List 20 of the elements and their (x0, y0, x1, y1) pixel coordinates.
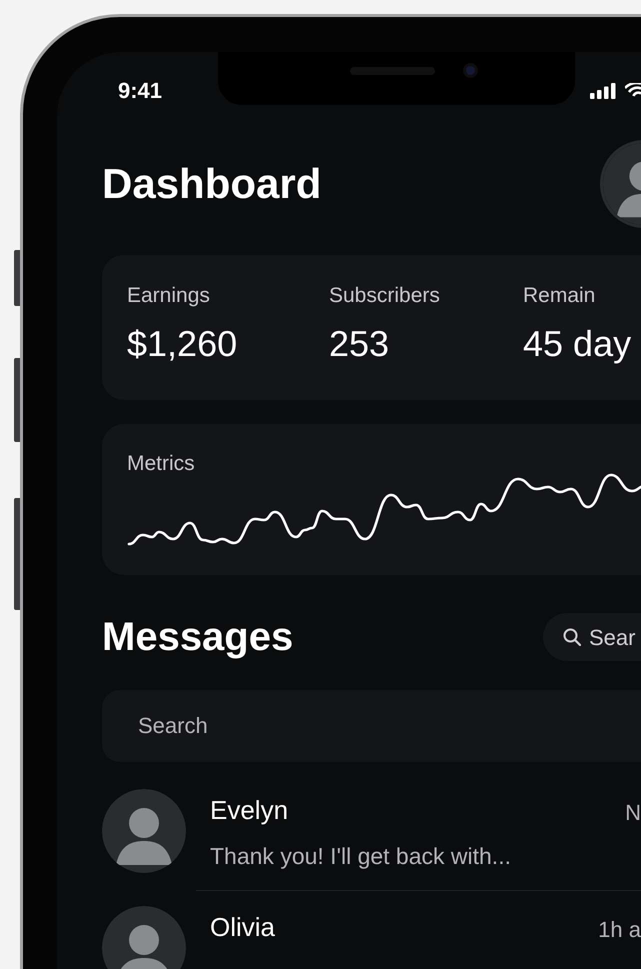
stat-label: Earnings (127, 283, 211, 309)
contact-name: Evelyn (210, 795, 290, 825)
wifi-icon (625, 83, 641, 99)
metrics-label: Metrics (127, 451, 196, 477)
message-search-field[interactable]: Search (102, 690, 641, 762)
stat-value: $1,260 (127, 323, 238, 365)
status-time: 9:41 (118, 78, 162, 104)
stat-label: Remain (523, 283, 596, 309)
section-title: Messages (102, 614, 294, 661)
message-preview: Thank you! I'll get back with... (210, 842, 512, 870)
stat-value: 45 day (523, 323, 632, 365)
contact-name: Olivia (210, 912, 276, 942)
signal-icon (590, 83, 616, 99)
search-icon (563, 628, 581, 646)
message-time: N (625, 799, 641, 827)
stat-value: 253 (329, 323, 390, 365)
message-time: 1h a (598, 916, 641, 944)
header-search-pill[interactable]: Sear (543, 613, 641, 661)
page-title: Dashboard (102, 159, 322, 209)
stat-label: Subscribers (329, 283, 441, 309)
